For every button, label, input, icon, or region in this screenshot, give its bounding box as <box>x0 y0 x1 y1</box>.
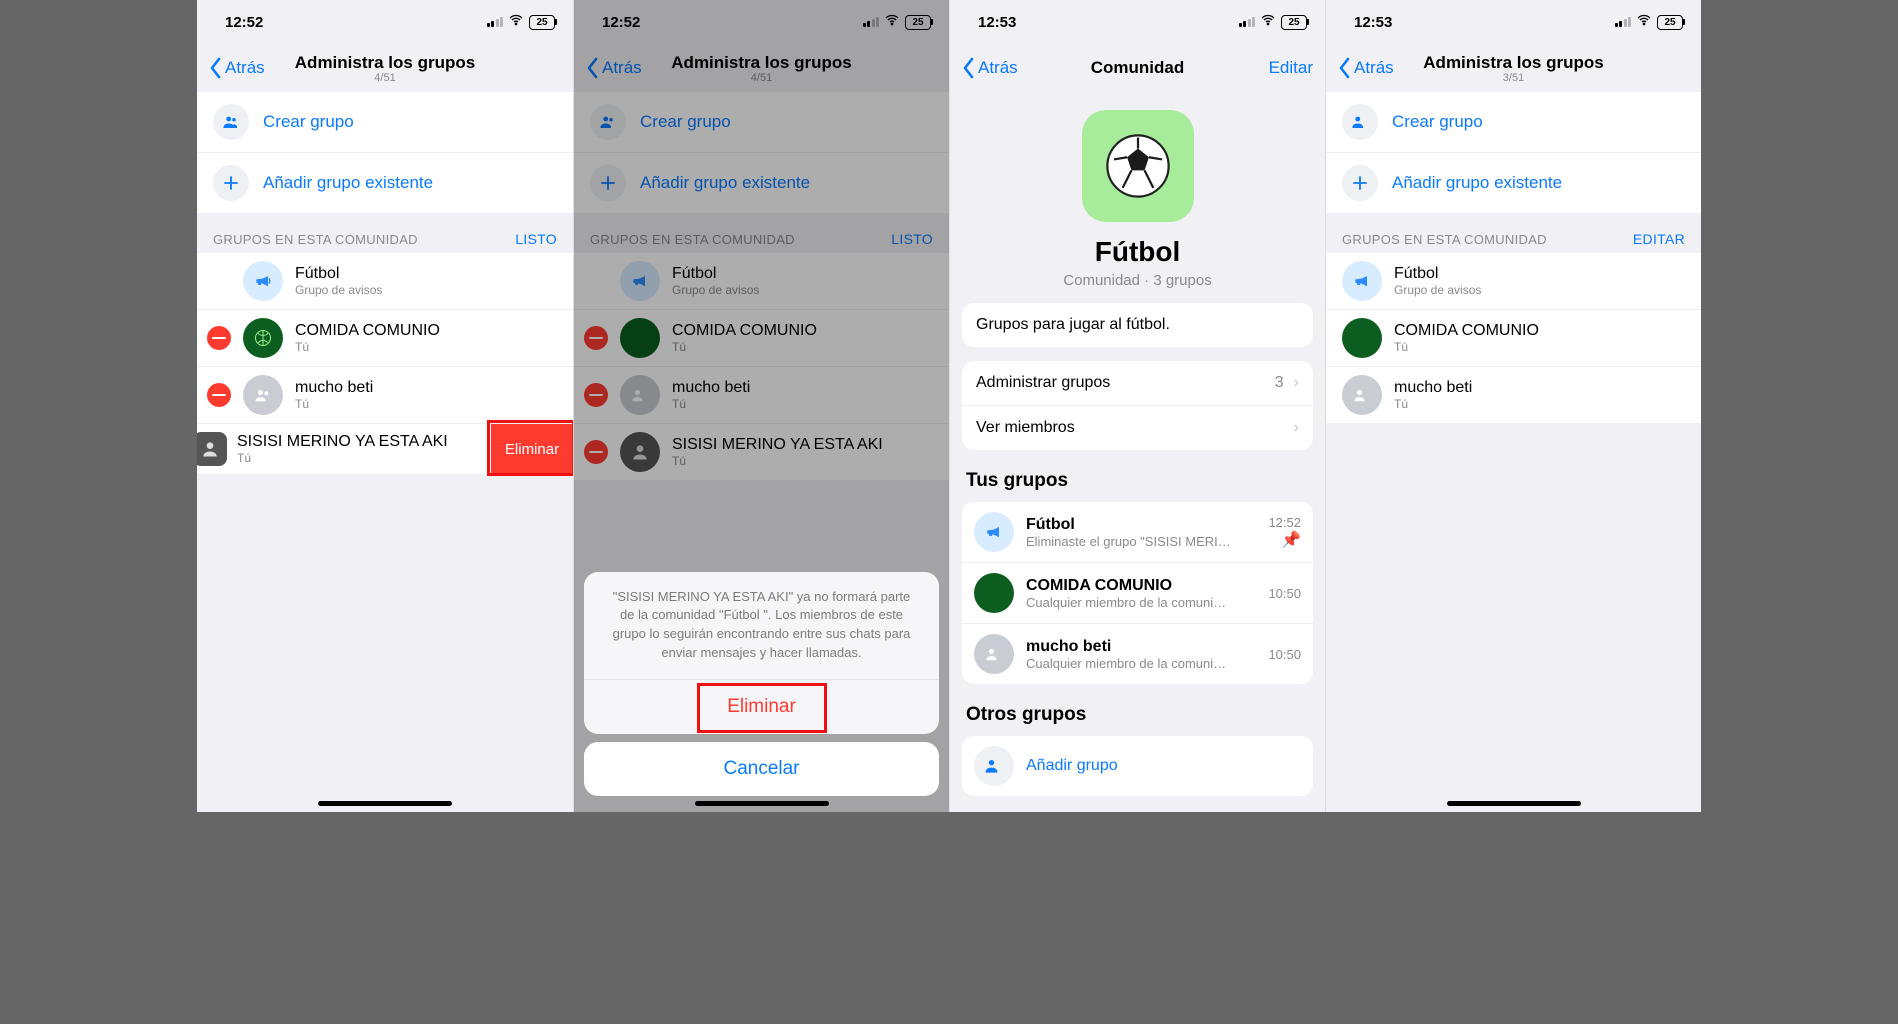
cellular-icon <box>1239 17 1256 27</box>
create-group-row[interactable]: Crear grupo <box>197 92 573 153</box>
status-time: 12:53 <box>1354 14 1392 31</box>
view-members-row[interactable]: Ver miembros › <box>962 406 1313 450</box>
done-button[interactable]: LISTO <box>515 231 557 247</box>
group-row-futbol[interactable]: FútbolGrupo de avisos <box>197 253 573 310</box>
add-existing-label: Añadir grupo existente <box>263 173 433 193</box>
group-avatar-icon <box>1342 375 1382 415</box>
group-row-sisisi[interactable]: SISISI MERINO YA ESTA AKITú Eliminar <box>197 424 573 475</box>
screen-1-manage-groups: 12:52 25 Atrás Administra los grupos 4/5… <box>197 0 573 812</box>
community-name: Fútbol <box>962 236 1313 268</box>
section-header: GRUPOS EN ESTA COMUNIDAD LISTO <box>197 213 573 253</box>
action-sheet: "SISISI MERINO YA ESTA AKI" ya no formar… <box>584 572 939 804</box>
nav-bar: Atrás Administra los grupos 4/51 <box>197 44 573 92</box>
plus-icon <box>213 165 249 201</box>
add-existing-label: Añadir grupo existente <box>1392 173 1562 193</box>
community-description: Grupos para jugar al fútbol. <box>962 303 1313 347</box>
create-group-label: Crear grupo <box>263 112 354 132</box>
other-groups-header: Otros grupos <box>962 698 1313 736</box>
group-row-mucho-beti[interactable]: mucho betiTú <box>197 367 573 424</box>
home-indicator[interactable] <box>695 801 829 806</box>
status-time: 12:53 <box>978 14 1016 31</box>
community-subtitle: Comunidad · 3 grupos <box>962 272 1313 289</box>
back-label: Atrás <box>225 58 265 78</box>
status-time: 12:52 <box>225 14 263 31</box>
back-label: Atrás <box>978 58 1018 78</box>
edit-button[interactable]: EDITAR <box>1633 231 1685 247</box>
sheet-message: "SISISI MERINO YA ESTA AKI" ya no formar… <box>584 572 939 680</box>
chevron-right-icon: › <box>1294 374 1299 392</box>
community-avatar[interactable] <box>1082 110 1194 222</box>
avatar <box>243 318 283 358</box>
create-group-row[interactable]: Crear grupo <box>1326 92 1701 153</box>
screen-4-manage-groups-after: 12:53 25 Atrás Administra los grupos3/51… <box>1325 0 1701 812</box>
avatar <box>1342 318 1382 358</box>
group-item-mucho-beti[interactable]: mucho betiCualquier miembro de la comuni… <box>962 624 1313 684</box>
back-button[interactable]: Atrás <box>962 57 1018 79</box>
plus-icon <box>1342 165 1378 201</box>
group-row-mucho-beti[interactable]: mucho betiTú <box>1326 367 1701 423</box>
add-existing-group-row[interactable]: Añadir grupo existente <box>197 153 573 213</box>
status-bar: 12:53 25 <box>950 0 1325 44</box>
group-item-futbol[interactable]: FútbolEliminaste el grupo "SISISI MERI… … <box>962 502 1313 563</box>
nav-bar: Atrás Administra los grupos3/51 <box>1326 44 1701 92</box>
home-indicator[interactable] <box>1447 801 1581 806</box>
avatar <box>197 432 227 466</box>
create-group-label: Crear grupo <box>1392 112 1483 132</box>
group-row-comida[interactable]: COMIDA COMUNIOTú <box>1326 310 1701 367</box>
avatar <box>974 573 1014 613</box>
back-label: Atrás <box>1354 58 1394 78</box>
megaphone-icon <box>974 512 1014 552</box>
status-bar: 12:52 25 <box>197 0 573 44</box>
group-row-futbol[interactable]: FútbolGrupo de avisos <box>1326 253 1701 310</box>
sheet-cancel-button[interactable]: Cancelar <box>584 742 939 796</box>
edit-button[interactable]: Editar <box>1263 58 1313 78</box>
back-button[interactable]: Atrás <box>209 57 265 79</box>
home-indicator[interactable] <box>318 801 452 806</box>
people-icon <box>1342 104 1378 140</box>
pin-icon: 📌 <box>1255 530 1301 550</box>
people-icon <box>213 104 249 140</box>
nav-bar: Atrás Comunidad Editar <box>950 44 1325 92</box>
chevron-right-icon: › <box>1294 419 1299 437</box>
sheet-delete-button[interactable]: Eliminar <box>584 680 939 734</box>
remove-icon[interactable] <box>207 383 231 407</box>
status-bar: 12:53 25 <box>1326 0 1701 44</box>
remove-icon[interactable] <box>207 326 231 350</box>
group-avatar-icon <box>243 375 283 415</box>
group-row-comida[interactable]: COMIDA COMUNIOTú <box>197 310 573 367</box>
wifi-icon <box>1260 12 1276 32</box>
megaphone-icon <box>1342 261 1382 301</box>
cellular-icon <box>487 17 504 27</box>
battery-indicator: 25 <box>1281 15 1307 30</box>
screen-2-confirm-delete: 12:52 25 Atrás Administra los grupos4/51… <box>573 0 949 812</box>
cellular-icon <box>1615 17 1632 27</box>
wifi-icon <box>508 12 524 32</box>
add-existing-group-row[interactable]: Añadir grupo existente <box>1326 153 1701 213</box>
wifi-icon <box>1636 12 1652 32</box>
megaphone-icon <box>243 261 283 301</box>
battery-indicator: 25 <box>529 15 555 30</box>
swipe-delete-button[interactable]: Eliminar <box>491 424 573 474</box>
group-item-comida[interactable]: COMIDA COMUNIOCualquier miembro de la co… <box>962 563 1313 624</box>
back-button[interactable]: Atrás <box>1338 57 1394 79</box>
screen-3-community: 12:53 25 Atrás Comunidad Editar Fútbol C… <box>949 0 1325 812</box>
battery-indicator: 25 <box>1657 15 1683 30</box>
manage-groups-row[interactable]: Administrar grupos 3› <box>962 361 1313 406</box>
add-group-row[interactable]: Añadir grupo <box>962 736 1313 796</box>
group-avatar-icon <box>974 634 1014 674</box>
your-groups-header: Tus grupos <box>962 464 1313 502</box>
people-icon <box>974 746 1014 786</box>
